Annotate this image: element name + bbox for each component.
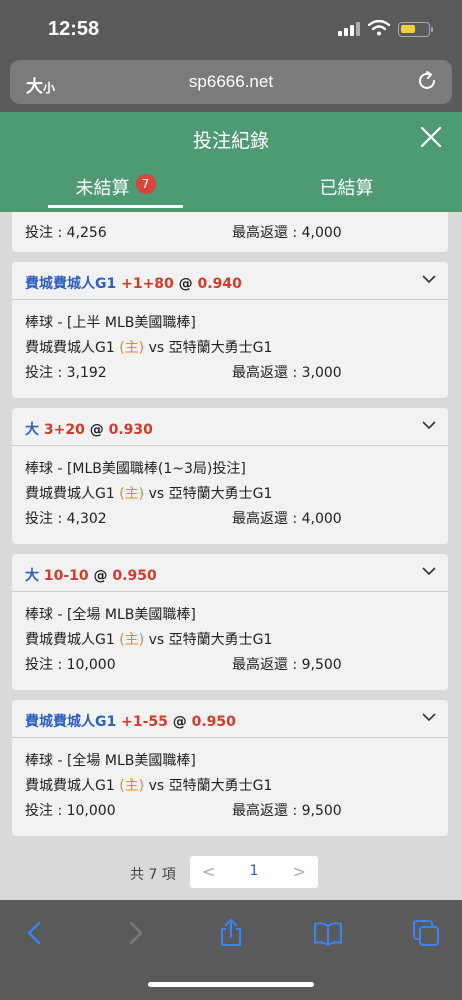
stake-amount: 投注 : 4,302: [25, 511, 107, 527]
home-tag: (主): [119, 778, 145, 794]
chevron-down-icon[interactable]: [422, 712, 436, 722]
bet-selection: 大: [25, 568, 39, 584]
max-return: 最高返還 : 4,000: [232, 225, 342, 241]
modal-title: 投注紀錄: [192, 130, 269, 152]
match-row: 費城費城人G1 (主) vs 亞特蘭大勇士G1: [12, 337, 448, 362]
away-team: vs 亞特蘭大勇士G1: [148, 486, 273, 502]
home-indicator: [148, 982, 314, 987]
bet-line: 3+20: [43, 422, 85, 438]
match-row: 費城費城人G1 (主) vs 亞特蘭大勇士G1: [12, 629, 448, 654]
home-tag: (主): [119, 486, 145, 502]
max-return: 最高返還 : 3,000: [232, 365, 342, 381]
chevron-down-icon[interactable]: [422, 566, 436, 576]
bet-odds: 0.930: [108, 422, 153, 438]
bet-card[interactable]: 大 10-10 @ 0.950 棒球 - [全場 MLB美國職棒] 費城費城人G…: [12, 554, 448, 690]
forward-icon[interactable]: [120, 918, 150, 948]
bet-odds: 0.940: [197, 276, 242, 292]
stake-row: 投注 : 4,302 最高返還 : 4,000: [12, 508, 448, 533]
bet-selection: 費城費城人G1: [25, 276, 117, 292]
bet-list[interactable]: 投注 : 4,256 最高返還 : 4,000 費城費城人G1 +1+80 @ …: [0, 212, 462, 900]
home-tag: (主): [119, 632, 145, 648]
stake-row: 投注 : 10,000 最高返還 : 9,500: [12, 800, 448, 825]
stake-amount: 投注 : 10,000: [25, 803, 116, 819]
match-row: 費城費城人G1 (主) vs 亞特蘭大勇士G1: [12, 775, 448, 800]
next-page-button[interactable]: >: [293, 862, 306, 881]
max-return: 最高返還 : 9,500: [232, 803, 342, 819]
stake-row: 投注 : 10,000 最高返還 : 9,500: [12, 654, 448, 679]
wifi-icon: [368, 20, 390, 36]
total-items-label: 共 7 項: [130, 867, 176, 883]
stake-row: 投注 : 3,192 最高返還 : 3,000: [12, 362, 448, 387]
sport-row: 棒球 - [全場 MLB美國職棒]: [12, 604, 448, 629]
bet-selection: 大: [25, 422, 39, 438]
bet-card-header[interactable]: 大 10-10 @ 0.950: [12, 554, 448, 592]
bookmarks-icon[interactable]: [313, 918, 343, 948]
bet-card[interactable]: 費城費城人G1 +1+80 @ 0.940 棒球 - [上半 MLB美國職棒] …: [12, 262, 448, 398]
bet-card[interactable]: 費城費城人G1 +1-55 @ 0.950 棒球 - [全場 MLB美國職棒] …: [12, 700, 448, 836]
tab-unsettled-label: 未結算: [75, 178, 130, 199]
modal-header: 投注紀錄: [0, 112, 462, 162]
share-icon[interactable]: [216, 918, 246, 948]
away-team: vs 亞特蘭大勇士G1: [148, 778, 273, 794]
at-symbol: @: [89, 422, 104, 438]
home-team: 費城費城人G1: [25, 486, 115, 502]
battery-icon: [398, 22, 433, 37]
away-team: vs 亞特蘭大勇士G1: [148, 632, 273, 648]
home-team: 費城費城人G1: [25, 778, 115, 794]
chevron-down-icon[interactable]: [422, 274, 436, 284]
sport-league: 棒球 - [MLB美國職棒(1~3局)投注]: [25, 461, 246, 477]
home-team: 費城費城人G1: [25, 340, 115, 356]
address-bar[interactable]: 大小 sp6666.net: [10, 60, 452, 104]
bet-selection: 費城費城人G1: [25, 714, 117, 730]
max-return: 最高返還 : 9,500: [232, 657, 342, 673]
match-row: 費城費城人G1 (主) vs 亞特蘭大勇士G1: [12, 483, 448, 508]
bet-line: +1+80: [121, 276, 174, 292]
cellular-signal-icon: [338, 22, 360, 36]
sport-row: 棒球 - [MLB美國職棒(1~3局)投注]: [12, 458, 448, 483]
home-team: 費城費城人G1: [25, 632, 115, 648]
sport-league: 棒球 - [全場 MLB美國職棒]: [25, 607, 196, 623]
away-team: vs 亞特蘭大勇士G1: [148, 340, 273, 356]
active-tab-indicator: [48, 205, 183, 208]
sport-league: 棒球 - [上半 MLB美國職棒]: [25, 315, 196, 331]
stake-amount: 投注 : 4,256: [25, 225, 107, 241]
tab-bar: 未結算 7 已結算: [0, 162, 462, 212]
url-domain[interactable]: sp6666.net: [10, 72, 452, 92]
bet-card-header[interactable]: 費城費城人G1 +1-55 @ 0.950: [12, 700, 448, 738]
sport-row: 棒球 - [全場 MLB美國職棒]: [12, 750, 448, 775]
status-bar: 12:58: [0, 0, 462, 56]
sport-row: 棒球 - [上半 MLB美國職棒]: [12, 312, 448, 337]
at-symbol: @: [172, 714, 187, 730]
max-return: 最高返還 : 4,000: [232, 511, 342, 527]
back-icon[interactable]: [20, 918, 50, 948]
sport-league: 棒球 - [全場 MLB美國職棒]: [25, 753, 196, 769]
bet-card-header[interactable]: 大 3+20 @ 0.930: [12, 408, 448, 446]
close-icon[interactable]: [418, 124, 444, 150]
bet-card-header[interactable]: 費城費城人G1 +1+80 @ 0.940: [12, 262, 448, 300]
pagination: < 1 >: [190, 856, 318, 888]
browser-address-area: 大小 sp6666.net: [0, 56, 462, 112]
stake-row: 投注 : 4,256 最高返還 : 4,000: [12, 212, 448, 252]
tab-settled[interactable]: 已結算: [231, 162, 462, 212]
at-symbol: @: [93, 568, 108, 584]
unsettled-count-badge: 7: [135, 174, 156, 194]
bet-line: +1-55: [121, 714, 168, 730]
clock: 12:58: [48, 18, 100, 40]
at-symbol: @: [178, 276, 193, 292]
bet-card-partial: 投注 : 4,256 最高返還 : 4,000: [12, 212, 448, 252]
chevron-down-icon[interactable]: [422, 420, 436, 430]
bet-odds: 0.950: [191, 714, 236, 730]
tabs-icon[interactable]: [411, 918, 441, 948]
bet-card[interactable]: 大 3+20 @ 0.930 棒球 - [MLB美國職棒(1~3局)投注] 費城…: [12, 408, 448, 544]
bet-line: 10-10: [43, 568, 89, 584]
stake-amount: 投注 : 10,000: [25, 657, 116, 673]
tab-settled-label: 已結算: [319, 178, 374, 199]
reload-icon[interactable]: [416, 70, 438, 92]
stake-amount: 投注 : 3,192: [25, 365, 107, 381]
home-tag: (主): [119, 340, 145, 356]
bet-odds: 0.950: [112, 568, 157, 584]
